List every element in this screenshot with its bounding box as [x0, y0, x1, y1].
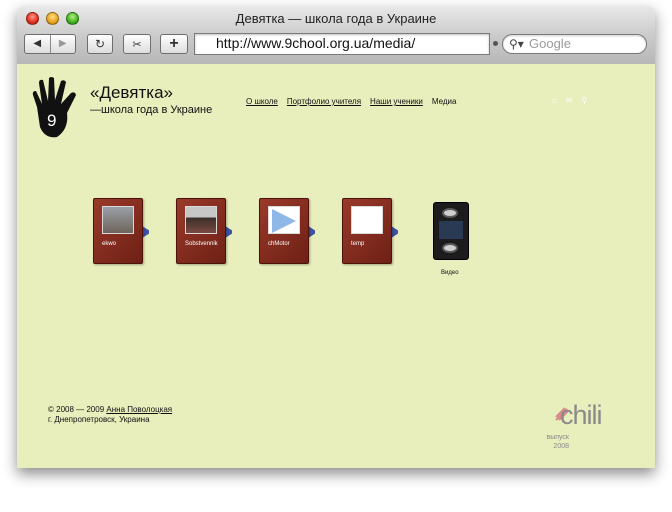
album-label: ekwo	[102, 241, 117, 247]
search-placeholder: Google	[529, 36, 571, 51]
url-field[interactable]: http://www.9chool.org.ua/media/	[194, 33, 490, 55]
album-thumbnail	[351, 206, 383, 234]
back-forward-group: ◀ ▶	[24, 34, 76, 54]
album-cover: chMotor	[259, 198, 309, 264]
search-magnifier-icon: ⚲▾	[509, 37, 524, 51]
reload-icon: ↻	[94, 37, 106, 51]
album-label: temp	[351, 241, 365, 247]
reload-button[interactable]: ↻	[87, 34, 113, 54]
forward-arrow-icon[interactable]: ▶	[51, 35, 76, 53]
search-icon[interactable]: ⚲	[582, 96, 588, 105]
cassette-reel	[442, 243, 458, 253]
hand-logo-icon[interactable]: 9	[31, 77, 81, 143]
add-label: +	[169, 35, 179, 52]
album-sobstvennik[interactable]: Sobstvennik	[176, 198, 236, 270]
site-title: «Девятка»	[90, 83, 173, 102]
video-cassette-icon[interactable]	[433, 202, 469, 260]
album-cover: Sobstvennik	[176, 198, 226, 264]
browser-window: Девятка — школа года в Украине ◀ ▶ ↻ ✂ +…	[17, 6, 655, 468]
author-link[interactable]: Анна Поволоцкая	[106, 405, 172, 414]
add-bookmark-button[interactable]: +	[160, 34, 188, 54]
web-page: 9 «Девятка» —школа года в Украине О школ…	[17, 64, 655, 468]
menu-item-about[interactable]: О школе	[246, 97, 278, 106]
album-chmotor[interactable]: chMotor	[259, 198, 319, 270]
home-icon[interactable]: ⌂	[552, 96, 557, 105]
video-label[interactable]: Видео	[441, 270, 459, 276]
main-menu: О школе Портфолио учителя Наши ученики М…	[246, 97, 456, 106]
album-temp[interactable]: temp	[342, 198, 402, 270]
web-clip-button[interactable]: ✂	[123, 34, 151, 54]
album-thumbnail	[102, 206, 134, 234]
site-subtitle: —школа года в Украине	[90, 104, 213, 116]
title-bar: Девятка — школа года в Украине ◀ ▶ ↻ ✂ +…	[17, 6, 655, 65]
album-thumbnail	[268, 206, 300, 234]
album-cover: ekwo	[93, 198, 143, 264]
chili-logo[interactable]: chili	[560, 400, 603, 431]
menu-item-portfolio[interactable]: Портфолио учителя	[287, 97, 361, 106]
chili-release: выпуск 2008	[533, 433, 569, 451]
window-title: Девятка — школа года в Украине	[235, 11, 437, 26]
copyright-text: © 2008 — 2009	[48, 405, 105, 414]
back-arrow-icon[interactable]: ◀	[25, 35, 50, 53]
album-thumbnail	[185, 206, 217, 234]
footer: © 2008 — 2009 Анна Поволоцкая г. Днепроп…	[48, 405, 172, 425]
web-clip-icon: ✂	[132, 38, 142, 51]
menu-item-media[interactable]: Медиа	[432, 97, 457, 106]
location-text: г. Днепропетровск, Украина	[48, 415, 150, 424]
album-label: chMotor	[268, 241, 290, 247]
search-field[interactable]: ⚲▾ Google	[502, 34, 647, 54]
menu-item-students[interactable]: Наши ученики	[370, 97, 423, 106]
album-label: Sobstvennik	[185, 241, 218, 247]
url-dropdown-dot[interactable]	[493, 41, 498, 46]
chili-release-year: 2008	[553, 443, 569, 450]
mail-icon[interactable]: ✉	[566, 96, 573, 105]
cassette-window	[439, 221, 463, 239]
cassette-reel	[442, 208, 458, 218]
logo-number: 9	[47, 111, 56, 130]
album-cover: temp	[342, 198, 392, 264]
top-icons: ⌂ ✉ ⚲	[552, 96, 587, 105]
album-ekwo[interactable]: ekwo	[93, 198, 153, 270]
chili-release-label: выпуск	[546, 434, 569, 441]
